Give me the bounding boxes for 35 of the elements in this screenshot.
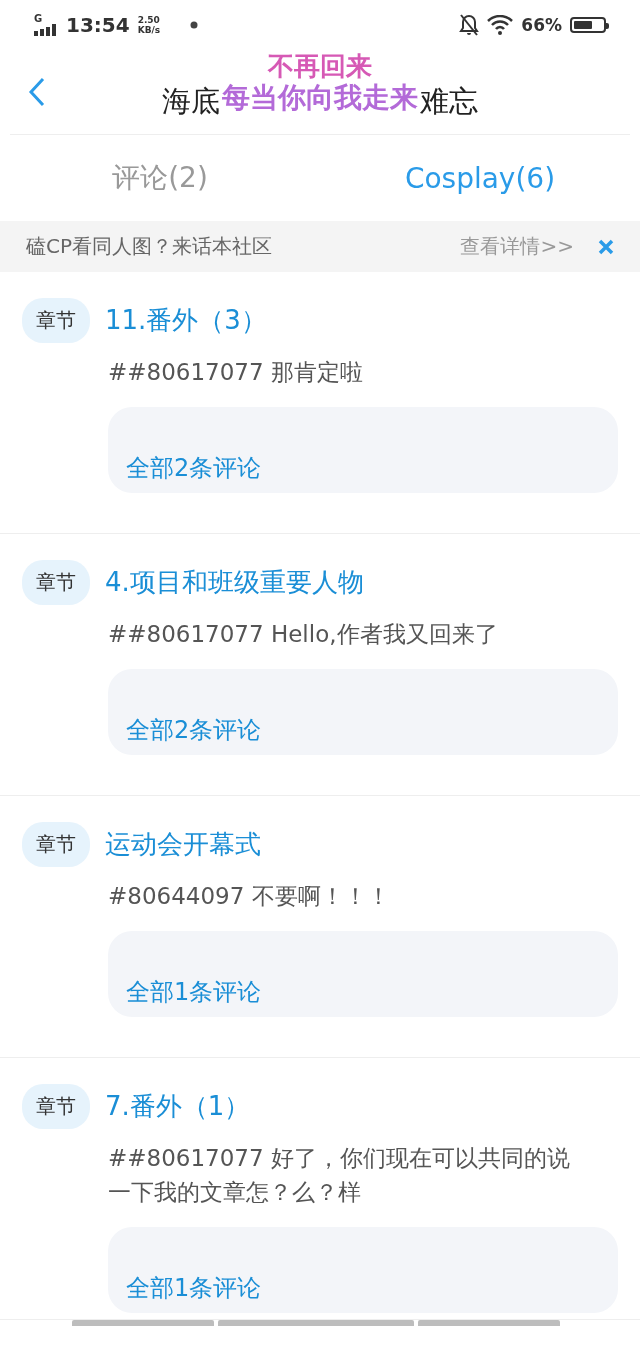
replies-button[interactable]: 全部2条评论 bbox=[108, 669, 618, 755]
replies-button[interactable]: 全部1条评论 bbox=[108, 1227, 618, 1313]
chapter-tag: 章节 bbox=[22, 1084, 90, 1129]
replies-button[interactable]: 全部2条评论 bbox=[108, 407, 618, 493]
battery-icon bbox=[570, 17, 606, 33]
battery-percent: 66% bbox=[521, 15, 562, 35]
banner-text: 磕CP看同人图？来话本社区 bbox=[26, 233, 274, 260]
chapter-title[interactable]: 7.番外（1） bbox=[105, 1089, 251, 1124]
comment-text: ##80617077 好了，你们现在可以共同的说一下我的文章怎？么？样 bbox=[108, 1144, 571, 1207]
chapter-tag: 章节 bbox=[22, 560, 90, 605]
speed-value: 2.50 bbox=[137, 15, 161, 25]
comment-text: ##80617077 Hello,作者我又回来了 bbox=[108, 620, 499, 649]
wifi-icon bbox=[487, 15, 514, 35]
signal-icon bbox=[34, 24, 58, 36]
dot-icon bbox=[190, 21, 199, 29]
chapter-title[interactable]: 运动会开幕式 bbox=[105, 827, 261, 862]
tab[interactable]: Cosplay(6) bbox=[320, 135, 640, 221]
chapter-tag: 章节 bbox=[22, 298, 90, 343]
title-text: 海底 bbox=[162, 83, 220, 120]
chapter-title[interactable]: 11.番外（3） bbox=[105, 303, 267, 338]
tab[interactable]: 评论(2) bbox=[0, 135, 320, 221]
close-icon[interactable] bbox=[598, 238, 614, 255]
bell-muted-icon bbox=[459, 14, 480, 36]
network-type: G bbox=[34, 14, 43, 24]
clock: 13:54 bbox=[66, 13, 130, 37]
speed-unit: KB/s bbox=[137, 25, 161, 35]
sticker-text: 不再回来 bbox=[268, 50, 372, 82]
chapter-title[interactable]: 4.项目和班级重要人物 bbox=[105, 565, 364, 600]
comment-text: #80644097 不要啊！！！ bbox=[108, 882, 391, 911]
sticker-text: 每当你向我走来 bbox=[222, 82, 418, 114]
replies-button[interactable]: 全部1条评论 bbox=[108, 931, 618, 1017]
title-text: 难忘 bbox=[420, 83, 478, 120]
chapter-tag: 章节 bbox=[22, 822, 90, 867]
comment-text: ##80617077 那肯定啦 bbox=[108, 358, 364, 387]
details-link[interactable]: 查看详情>> bbox=[460, 233, 574, 260]
